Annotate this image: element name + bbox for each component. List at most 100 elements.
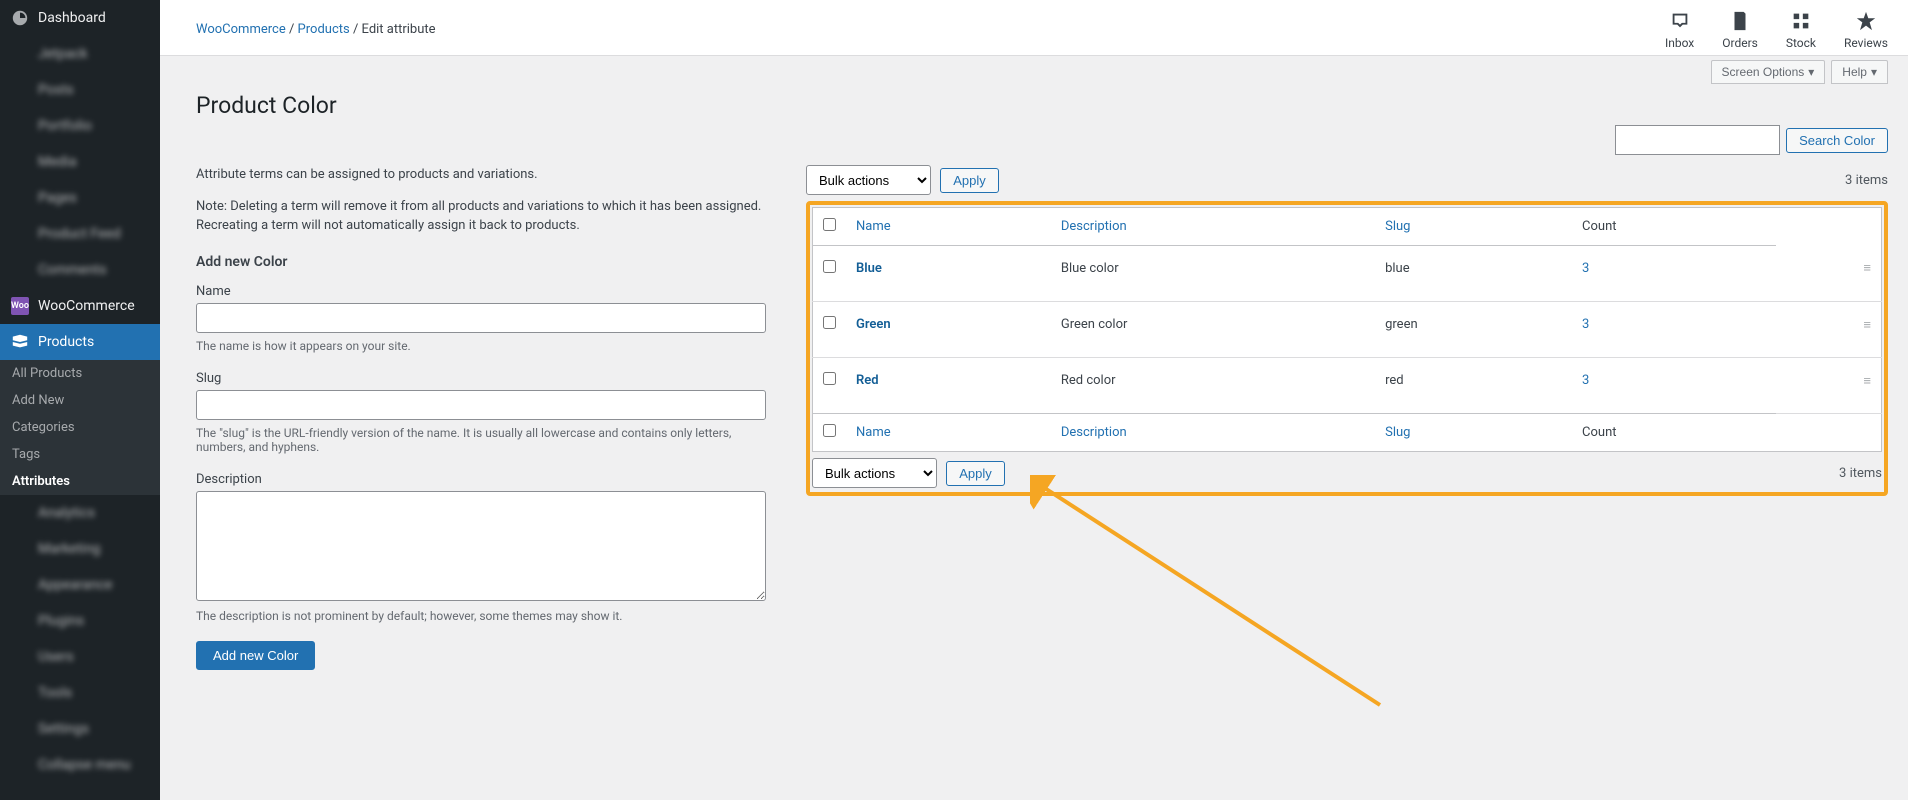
chevron-down-icon: ▾ [1808,65,1814,79]
sidebar-label-products: Products [38,334,94,350]
slug-help: The "slug" is the URL-friendly version o… [196,426,766,454]
admin-sidebar: Dashboard Jetpack Posts Portfolio Media … [0,0,160,800]
bulk-actions-select-top[interactable]: Bulk actions [806,165,931,195]
drag-handle-icon[interactable]: ≡ [1776,246,1881,302]
topbar-inbox[interactable]: Inbox [1665,10,1694,50]
search-input[interactable] [1615,125,1780,155]
select-all-bottom[interactable] [823,424,836,437]
description-textarea[interactable] [196,491,766,601]
reviews-icon [1855,10,1877,32]
sidebar-item-blur-4[interactable]: Pages [0,180,160,216]
sidebar-item-blur-12[interactable]: Tools [0,675,160,711]
slug-input[interactable] [196,390,766,420]
sidebar-item-blur-9[interactable]: Appearance [0,567,160,603]
term-description: Blue color [1051,246,1375,302]
table-controls-bottom: Bulk actions Apply 3 items [812,452,1882,490]
term-count[interactable]: 3 [1582,261,1589,276]
subnav-categories[interactable]: Categories [0,414,160,441]
subnav-attributes[interactable]: Attributes [0,468,160,495]
terms-table-highlight: Name Description Slug Count Blue Blue co… [806,201,1888,496]
intro-text: Attribute terms can be assigned to produ… [196,165,766,185]
topbar-stock[interactable]: Stock [1786,10,1816,50]
subnav-all-products[interactable]: All Products [0,360,160,387]
table-row: Red Red color red 3 ≡ [813,358,1882,414]
orders-icon [1729,10,1751,32]
breadcrumb-woocommerce[interactable]: WooCommerce [196,22,286,37]
topbar-reviews[interactable]: Reviews [1844,10,1888,50]
term-count[interactable]: 3 [1582,373,1589,388]
items-count-top: 3 items [1845,173,1888,188]
sidebar-item-blur-8[interactable]: Marketing [0,531,160,567]
sidebar-item-blur-5[interactable]: Product Feed [0,216,160,252]
subnav-add-new[interactable]: Add New [0,387,160,414]
sidebar-item-blur-13[interactable]: Settings [0,711,160,747]
add-heading: Add new Color [196,254,766,270]
note-text: Note: Deleting a term will remove it fro… [196,197,766,236]
breadcrumb-current: Edit attribute [362,22,436,37]
name-input[interactable] [196,303,766,333]
row-checkbox[interactable] [823,260,836,273]
sidebar-item-blur-11[interactable]: Users [0,639,160,675]
sidebar-item-blur-10[interactable]: Plugins [0,603,160,639]
col-count[interactable]: Count [1572,208,1776,246]
term-count[interactable]: 3 [1582,317,1589,332]
sidebar-item-blur-0[interactable]: Jetpack [0,36,160,72]
add-term-form: Attribute terms can be assigned to produ… [196,165,806,670]
col-name-foot[interactable]: Name [846,414,1051,452]
table-row: Blue Blue color blue 3 ≡ [813,246,1882,302]
page-title: Product Color [196,92,1888,119]
sidebar-label-dashboard: Dashboard [38,10,106,26]
name-help: The name is how it appears on your site. [196,339,766,353]
table-controls-top: Bulk actions Apply 3 items [806,165,1888,195]
sidebar-item-blur-3[interactable]: Media [0,144,160,180]
subnav-tags[interactable]: Tags [0,441,160,468]
sidebar-item-blur-7[interactable]: Analytics [0,495,160,531]
name-label: Name [196,284,766,299]
main-area: WooCommerce / Products / Edit attribute … [160,0,1908,800]
sidebar-item-woocommerce[interactable]: Woo WooCommerce [0,288,160,324]
drag-handle-icon[interactable]: ≡ [1776,302,1881,358]
row-checkbox[interactable] [823,316,836,329]
col-slug-foot[interactable]: Slug [1375,414,1572,452]
col-description-foot[interactable]: Description [1051,414,1375,452]
col-slug[interactable]: Slug [1375,208,1572,246]
sidebar-submenu-products: All Products Add New Categories Tags Att… [0,360,160,495]
breadcrumb: WooCommerce / Products / Edit attribute [196,22,436,37]
topbar-right: Inbox Orders Stock Reviews [1637,10,1888,50]
sidebar-item-blur-2[interactable]: Portfolio [0,108,160,144]
term-link[interactable]: Blue [856,261,882,276]
col-description[interactable]: Description [1051,208,1375,246]
apply-button-top[interactable]: Apply [940,168,999,193]
sidebar-item-blur-1[interactable]: Posts [0,72,160,108]
drag-handle-icon[interactable]: ≡ [1776,358,1881,414]
col-name[interactable]: Name [846,208,1051,246]
select-all-top[interactable] [823,218,836,231]
woocommerce-icon: Woo [10,296,30,316]
sidebar-item-dashboard[interactable]: Dashboard [0,0,160,36]
screen-options-button[interactable]: Screen Options ▾ [1711,60,1826,84]
term-slug: red [1375,358,1572,414]
sidebar-label-woocommerce: WooCommerce [38,298,135,314]
term-description: Red color [1051,358,1375,414]
term-slug: blue [1375,246,1572,302]
add-new-color-button[interactable]: Add new Color [196,641,315,670]
items-count-bottom: 3 items [1839,466,1882,481]
sidebar-item-blur-14[interactable]: Collapse menu [0,747,160,783]
sidebar-item-blur-6[interactable]: Comments [0,252,160,288]
chevron-down-icon: ▾ [1871,65,1877,79]
search-button[interactable]: Search Color [1786,128,1888,153]
breadcrumb-products[interactable]: Products [298,22,350,37]
topbar-orders[interactable]: Orders [1722,10,1758,50]
help-button[interactable]: Help ▾ [1831,60,1888,84]
term-link[interactable]: Green [856,317,891,332]
row-checkbox[interactable] [823,372,836,385]
term-link[interactable]: Red [856,373,879,388]
bulk-actions-select-bottom[interactable]: Bulk actions [812,458,937,488]
page-content: Product Color Search Color Attribute ter… [160,84,1908,670]
term-description: Green color [1051,302,1375,358]
col-count-foot[interactable]: Count [1572,414,1776,452]
dashboard-icon [10,8,30,28]
sidebar-item-products[interactable]: Products [0,324,160,360]
apply-button-bottom[interactable]: Apply [946,461,1005,486]
slug-label: Slug [196,371,766,386]
